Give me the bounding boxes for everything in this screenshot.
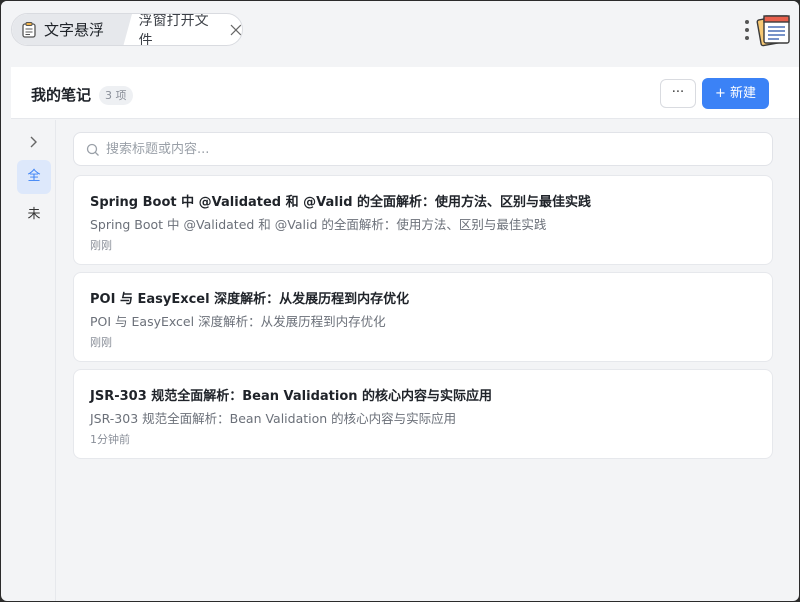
note-card[interactable]: JSR-303 规范全面解析：Bean Validation 的核心内容与实际应… [73,369,773,459]
close-icon[interactable] [230,24,242,36]
note-preview: JSR-303 规范全面解析：Bean Validation 的核心内容与实际应… [90,411,457,426]
note-preview: Spring Boot 中 @Validated 和 @Valid 的全面解析：… [90,217,547,232]
tab-text-float[interactable]: 文字悬浮 [12,14,132,45]
note-title: POI 与 EasyExcel 深度解析：从发展历程到内存优化 [90,292,410,307]
note-card[interactable]: Spring Boot 中 @Validated 和 @Valid 的全面解析：… [73,175,773,265]
tab-bar: 文字悬浮 浮窗打开文件 [1,1,799,67]
new-note-button[interactable]: + 新建 [702,78,769,109]
note-card[interactable]: POI 与 EasyExcel 深度解析：从发展历程到内存优化 POI 与 Ea… [73,272,773,362]
sidebar-item-all[interactable]: 全 [17,160,51,194]
tab-label: 浮窗打开文件 [138,13,209,46]
chevron-right-icon[interactable] [28,136,38,148]
app-window: 文字悬浮 浮窗打开文件 我的笔记 3 项 ··· + 新建 全 未 搜索标题或内… [1,1,799,601]
search-box [73,132,773,166]
note-timestamp: 1分钟前 [90,433,130,446]
note-title: JSR-303 规范全面解析：Bean Validation 的核心内容与实际应… [90,389,493,404]
note-timestamp: 刚刚 [90,239,112,252]
count-badge: 3 项 [99,86,133,105]
note-preview: POI 与 EasyExcel 深度解析：从发展历程到内存优化 [90,314,386,329]
sidebar: 全 未 [11,120,56,601]
tab-label: 文字悬浮 [44,21,105,39]
notes-app-logo-icon [756,15,790,47]
tab-float-open-file[interactable]: 浮窗打开文件 [123,14,242,45]
note-title: Spring Boot 中 @Validated 和 @Valid 的全面解析：… [90,195,592,210]
tab-group: 文字悬浮 浮窗打开文件 [11,13,243,46]
notepad-icon [22,21,36,38]
sidebar-item-unfiled[interactable]: 未 [17,198,51,232]
page-title: 我的笔记 [31,86,92,104]
note-timestamp: 刚刚 [90,336,112,349]
more-vertical-icon[interactable] [744,18,750,42]
search-icon [86,143,99,156]
search-input[interactable] [106,133,756,165]
notes-header: 我的笔记 3 项 ··· + 新建 [11,67,799,119]
more-button[interactable]: ··· [660,79,696,108]
